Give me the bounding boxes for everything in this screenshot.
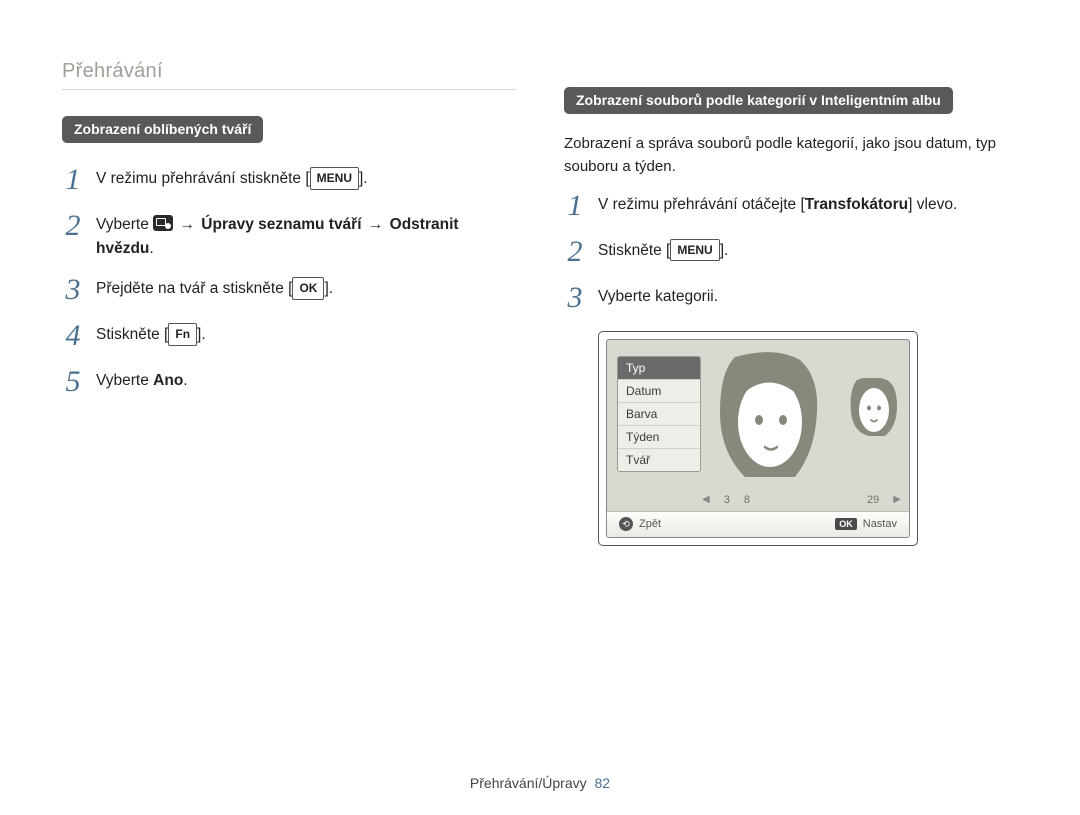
left-steps: 1V režimu přehrávání stiskněte [MENU].2V… <box>62 167 516 399</box>
back-icon[interactable]: ⟲ <box>619 517 633 531</box>
category-menu-item[interactable]: Typ <box>618 357 700 380</box>
category-menu[interactable]: TypDatumBarvaTýdenTvář <box>617 356 701 472</box>
strip-num: 3 <box>724 494 730 506</box>
back-label: Zpět <box>639 518 661 530</box>
step: 2 Vyberte → Úpravy seznamu tváří → Odstra… <box>62 213 516 261</box>
left-column: Přehrávání Zobrazení oblíbených tváří 1V… <box>62 60 516 546</box>
strip-num: 8 <box>744 494 750 506</box>
step-text: V režimu přehrávání otáčejte [Transfokát… <box>598 193 957 217</box>
lcd: TypDatumBarvaTýdenTvář ◀ 3 8 29 ▶ ⟲ Zpět… <box>606 339 910 538</box>
camera-screenshot: TypDatumBarvaTýdenTvář ◀ 3 8 29 ▶ ⟲ Zpět… <box>598 331 918 546</box>
page: Přehrávání Zobrazení oblíbených tváří 1V… <box>0 0 1080 546</box>
thumbnail-strip: ◀ 3 8 29 ▶ <box>702 491 901 509</box>
step-text: Stiskněte [Fn]. <box>96 323 206 347</box>
category-menu-item[interactable]: Datum <box>618 380 700 403</box>
category-menu-item[interactable]: Týden <box>618 426 700 449</box>
chevron-left-icon: ◀ <box>702 494 710 505</box>
step-text: Vyberte → Úpravy seznamu tváří → Odstran… <box>96 213 516 261</box>
step-number: 2 <box>62 211 84 241</box>
step: 5 Vyberte Ano. <box>62 369 516 399</box>
playback-settings-icon <box>153 215 173 231</box>
step-number: 2 <box>564 237 586 267</box>
step-number: 3 <box>62 275 84 305</box>
strip-num: 29 <box>867 494 879 506</box>
page-title: Přehrávání <box>62 60 516 90</box>
step: 2 Stiskněte [MENU]. <box>564 239 1018 269</box>
face-illustration-large <box>715 352 825 482</box>
footer: Přehrávání/Úpravy 82 <box>0 775 1080 791</box>
step-number: 4 <box>62 321 84 351</box>
step: 3 Přejděte na tvář a stiskněte [OK]. <box>62 277 516 307</box>
step-number: 1 <box>62 165 84 195</box>
category-menu-item[interactable]: Barva <box>618 403 700 426</box>
page-number: 82 <box>595 775 611 791</box>
step-number: 5 <box>62 367 84 397</box>
right-heading-pill: Zobrazení souborů podle kategorií v Inte… <box>564 87 953 114</box>
chevron-right-icon: ▶ <box>893 494 901 505</box>
step: 1 V režimu přehrávání stiskněte [MENU]. <box>62 167 516 197</box>
step: 3 Vyberte kategorii. <box>564 285 1018 315</box>
step-text: Vyberte Ano. <box>96 369 188 393</box>
ok-icon[interactable]: OK <box>835 518 857 530</box>
step-text: Vyberte kategorii. <box>598 285 718 309</box>
category-menu-item[interactable]: Tvář <box>618 449 700 471</box>
set-label: Nastav <box>863 518 897 530</box>
key-ok: OK <box>292 277 324 300</box>
key-menu: MENU <box>670 239 719 262</box>
key-menu: MENU <box>310 167 359 190</box>
step: 1 V režimu přehrávání otáčejte [Transfoká… <box>564 193 1018 223</box>
step: 4 Stiskněte [Fn]. <box>62 323 516 353</box>
face-illustration-small <box>849 378 899 438</box>
bottom-bar: ⟲ Zpět OK Nastav <box>607 511 909 537</box>
step-text: V režimu přehrávání stiskněte [MENU]. <box>96 167 368 191</box>
step-number: 3 <box>564 283 586 313</box>
right-intro: Zobrazení a správa souborů podle kategor… <box>564 132 1018 179</box>
footer-label: Přehrávání/Úpravy <box>470 775 587 791</box>
step-text: Přejděte na tvář a stiskněte [OK]. <box>96 277 333 301</box>
right-steps: 1 V režimu přehrávání otáčejte [Transfoká… <box>564 193 1018 315</box>
left-heading-pill: Zobrazení oblíbených tváří <box>62 116 263 143</box>
step-text: Stiskněte [MENU]. <box>598 239 728 263</box>
right-column: Zobrazení souborů podle kategorií v Inte… <box>564 60 1018 546</box>
key-fn: Fn <box>168 323 197 346</box>
step-number: 1 <box>564 191 586 221</box>
